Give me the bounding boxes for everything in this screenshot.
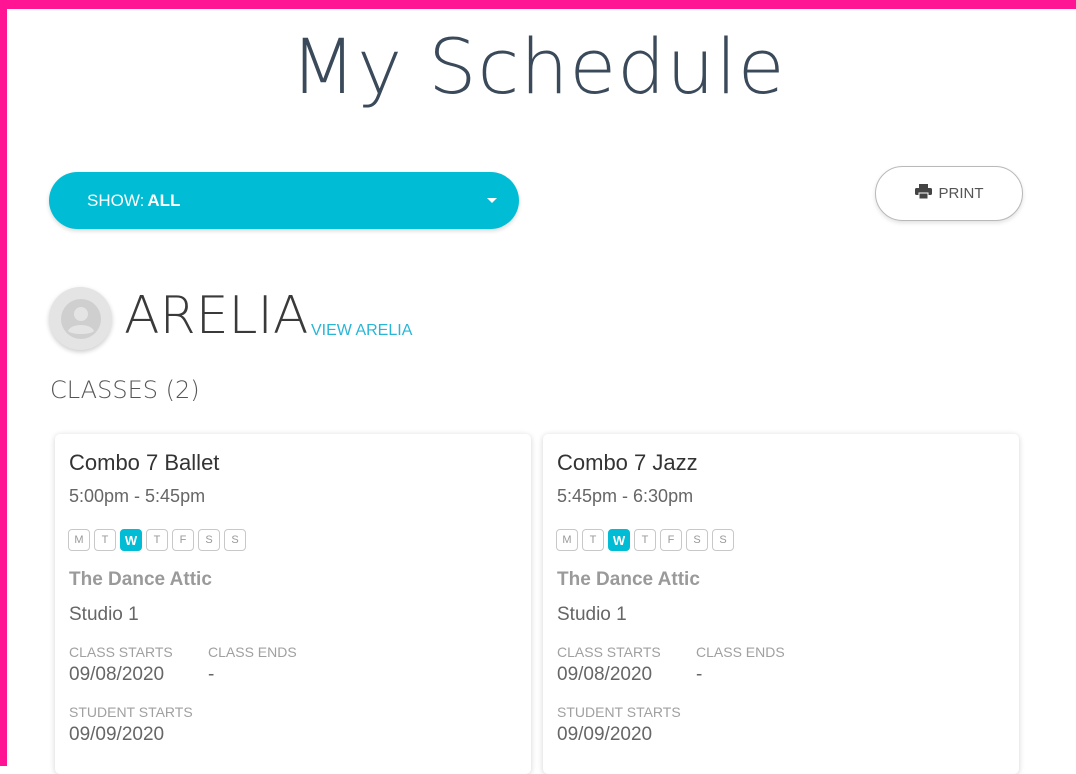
- print-button-label: PRINT: [938, 185, 984, 202]
- day-saturday: S: [686, 529, 708, 551]
- day-wednesday: W: [120, 529, 142, 551]
- class-room: Studio 1: [69, 604, 139, 625]
- day-friday: F: [660, 529, 682, 551]
- weekday-indicators: M T W T F S S: [556, 529, 734, 551]
- frame-top-border: [0, 0, 1076, 9]
- print-button[interactable]: PRINT: [875, 166, 1023, 221]
- page-title: My Schedule: [290, 22, 786, 111]
- class-location: The Dance Attic: [69, 569, 212, 590]
- student-starts-label: STUDENT STARTS: [557, 704, 681, 720]
- student-name: ARELIA: [124, 286, 309, 346]
- frame-left-border: [0, 0, 7, 766]
- class-starts-label: CLASS STARTS: [69, 644, 173, 660]
- day-thursday: T: [146, 529, 168, 551]
- day-tuesday: T: [94, 529, 116, 551]
- show-filter-dropdown[interactable]: SHOW: ALL: [49, 172, 519, 229]
- class-name: Combo 7 Ballet: [69, 450, 220, 475]
- class-starts-label: CLASS STARTS: [557, 644, 661, 660]
- show-filter-value: ALL: [147, 190, 181, 210]
- class-room: Studio 1: [557, 604, 627, 625]
- printer-icon: [914, 184, 932, 203]
- student-starts-label: STUDENT STARTS: [69, 704, 193, 720]
- class-ends-value: -: [208, 664, 215, 685]
- day-thursday: T: [634, 529, 656, 551]
- class-ends-label: CLASS ENDS: [208, 644, 297, 660]
- day-sunday: S: [224, 529, 246, 551]
- day-saturday: S: [198, 529, 220, 551]
- day-monday: M: [556, 529, 578, 551]
- class-card: Combo 7 Jazz 5:45pm - 6:30pm M T W T F S…: [543, 434, 1019, 774]
- class-ends-label: CLASS ENDS: [696, 644, 785, 660]
- day-friday: F: [172, 529, 194, 551]
- class-ends-value: -: [696, 664, 703, 685]
- student-starts-value: 09/09/2020: [69, 724, 165, 745]
- weekday-indicators: M T W T F S S: [68, 529, 246, 551]
- classes-heading: CLASSES (2): [50, 376, 200, 404]
- day-tuesday: T: [582, 529, 604, 551]
- day-monday: M: [68, 529, 90, 551]
- class-location: The Dance Attic: [557, 569, 700, 590]
- day-wednesday: W: [608, 529, 630, 551]
- view-student-link[interactable]: VIEW ARELIA: [311, 322, 412, 340]
- day-sunday: S: [712, 529, 734, 551]
- class-starts-value: 09/08/2020: [69, 664, 165, 685]
- student-starts-value: 09/09/2020: [557, 724, 653, 745]
- class-time: 5:00pm - 5:45pm: [69, 486, 206, 506]
- show-filter-label: SHOW:: [87, 190, 145, 210]
- class-time: 5:45pm - 6:30pm: [557, 486, 694, 506]
- class-name: Combo 7 Jazz: [557, 450, 698, 475]
- class-starts-value: 09/08/2020: [557, 664, 653, 685]
- caret-down-icon: [487, 198, 497, 203]
- class-card: Combo 7 Ballet 5:00pm - 5:45pm M T W T F…: [55, 434, 531, 774]
- user-avatar-icon: [49, 287, 112, 350]
